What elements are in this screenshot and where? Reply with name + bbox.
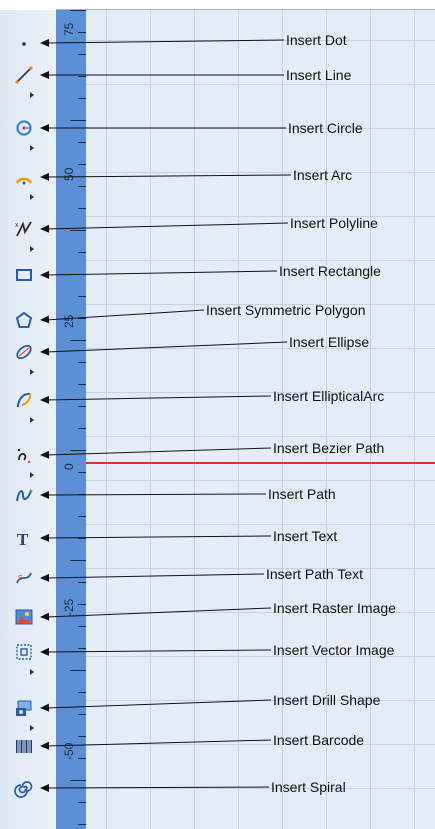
svg-text:T: T xyxy=(17,530,29,548)
callout-label-vector-image: Insert Vector Image xyxy=(273,642,395,658)
flyout-indicator-icon[interactable] xyxy=(30,246,34,252)
tool-spiral-button[interactable] xyxy=(10,776,38,800)
tool-circle-button[interactable] xyxy=(10,116,38,140)
tool-drill-shape-button[interactable] xyxy=(10,696,38,720)
screenshot-stage: 75 50 25 0 -25 -50 x Ts Insert Dot Insert Line I… xyxy=(0,0,435,829)
callout-label-line: Insert Line xyxy=(286,67,352,83)
callout-label-path-text: Insert Path Text xyxy=(266,566,364,582)
tool-polygon-button[interactable] xyxy=(10,308,38,332)
callout-label-bezier-path: Insert Bezier Path xyxy=(273,440,385,456)
tool-ellipse-button[interactable] xyxy=(10,340,38,364)
polygon-icon xyxy=(15,311,33,328)
callout-label-spiral: Insert Spiral xyxy=(271,779,346,795)
arc-icon xyxy=(15,177,33,185)
tool-elliptical-arc-button[interactable] xyxy=(10,388,38,412)
ellipse-icon xyxy=(16,344,32,360)
flyout-indicator-icon[interactable] xyxy=(30,92,34,98)
callout-label-barcode: Insert Barcode xyxy=(273,732,365,748)
horizontal-guide-line xyxy=(86,462,435,464)
raster-image-icon xyxy=(15,609,33,625)
barcode-icon xyxy=(16,740,32,753)
flyout-indicator-icon[interactable] xyxy=(30,194,34,200)
tool-raster-image-button[interactable] xyxy=(10,605,38,629)
flyout-indicator-icon[interactable] xyxy=(30,369,34,375)
tool-text-button[interactable]: T xyxy=(10,526,38,550)
insert-toolbar: x Ts xyxy=(0,10,56,829)
elliptical-arc-icon xyxy=(17,392,32,408)
ruler-ticks xyxy=(70,10,86,825)
tool-path-text-button[interactable]: s xyxy=(10,566,38,590)
callout-label-ellipse: Insert Ellipse xyxy=(289,334,370,350)
drill-shape-icon xyxy=(16,700,32,716)
callout-label-raster-image: Insert Raster Image xyxy=(273,600,396,616)
callout-label-path: Insert Path xyxy=(268,486,336,502)
tool-vector-image-button[interactable] xyxy=(10,640,38,664)
rectangle-icon xyxy=(16,269,32,281)
callout-label-rectangle: Insert Rectangle xyxy=(279,263,381,279)
ruler-number: 0 xyxy=(62,463,76,470)
ruler-number: 50 xyxy=(62,167,76,181)
svg-text:x: x xyxy=(15,222,19,229)
callout-label-text: Insert Text xyxy=(273,528,338,544)
path-icon xyxy=(16,489,33,502)
flyout-indicator-icon[interactable] xyxy=(30,669,34,675)
tool-rectangle-button[interactable] xyxy=(10,263,38,287)
callout-label-dot: Insert Dot xyxy=(286,32,347,48)
polyline-icon: x xyxy=(15,221,32,237)
tool-bezier-path-button[interactable] xyxy=(10,443,38,467)
tool-arc-button[interactable] xyxy=(10,165,38,189)
text-icon: T xyxy=(17,530,29,548)
tool-polyline-button[interactable]: x xyxy=(10,217,38,241)
callout-label-polyline: Insert Polyline xyxy=(290,215,378,231)
vertical-ruler[interactable]: 75 50 25 0 -25 -50 xyxy=(56,10,86,829)
callout-label-elliptical-arc: Insert EllipticalArc xyxy=(273,388,385,404)
flyout-indicator-icon[interactable] xyxy=(30,417,34,423)
flyout-indicator-icon[interactable] xyxy=(30,472,34,478)
path-text-icon: s xyxy=(16,572,32,584)
tool-dot-button[interactable] xyxy=(10,31,38,55)
ruler-number: -50 xyxy=(62,742,76,760)
callout-label-drill-shape: Insert Drill Shape xyxy=(273,692,381,708)
flyout-indicator-icon[interactable] xyxy=(30,145,34,151)
spiral-icon xyxy=(14,781,33,798)
vector-image-icon xyxy=(16,644,32,660)
ruler-number: 75 xyxy=(62,22,76,36)
callout-label-circle: Insert Circle xyxy=(288,120,363,136)
tool-path-button[interactable] xyxy=(10,483,38,507)
line-icon xyxy=(15,66,33,84)
ruler-number: 25 xyxy=(62,314,76,328)
tool-line-button[interactable] xyxy=(10,63,38,87)
drawing-canvas[interactable] xyxy=(86,10,435,829)
callout-label-polygon: Insert Symmetric Polygon xyxy=(206,302,366,318)
bezier-path-icon xyxy=(17,448,31,464)
ruler-number: -25 xyxy=(62,598,76,616)
dot-icon xyxy=(22,42,26,46)
callout-label-arc: Insert Arc xyxy=(293,167,353,183)
circle-icon xyxy=(16,120,32,136)
flyout-indicator-icon[interactable] xyxy=(30,725,34,731)
svg-text:s: s xyxy=(18,572,23,582)
tool-barcode-button[interactable] xyxy=(10,734,38,758)
